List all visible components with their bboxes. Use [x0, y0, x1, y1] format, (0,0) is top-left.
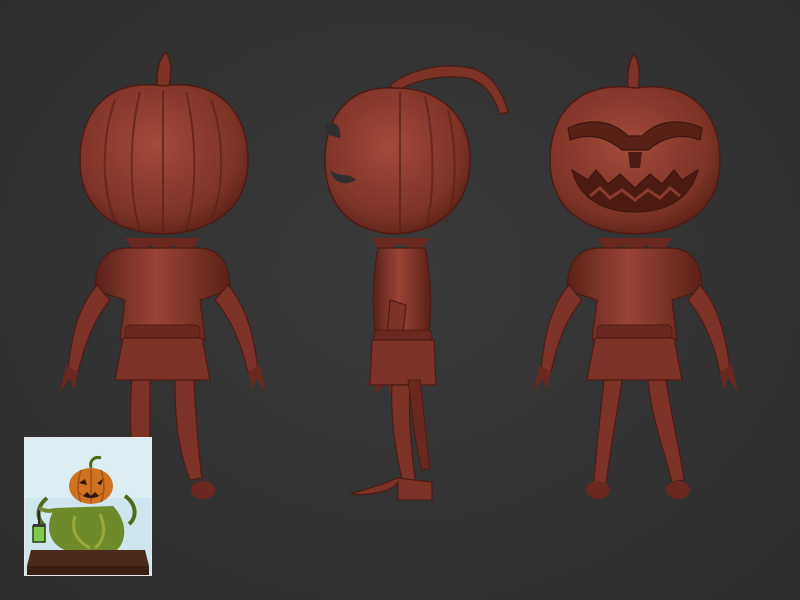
back-view-model	[60, 50, 266, 499]
side-view-model	[324, 65, 509, 501]
front-view-model	[534, 52, 738, 499]
miniature-base	[27, 550, 149, 566]
viewport	[0, 0, 800, 600]
reference-thumbnail	[24, 437, 152, 576]
pumpkin-head	[324, 87, 471, 235]
painted-miniature-image	[25, 438, 151, 575]
